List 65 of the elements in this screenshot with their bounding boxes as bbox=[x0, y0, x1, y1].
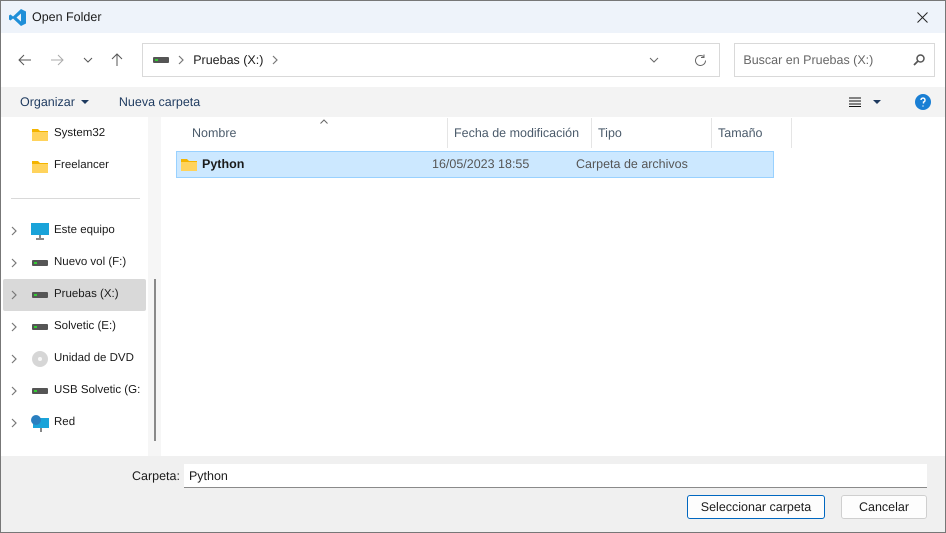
sidebar-item[interactable]: Pruebas (X:) bbox=[3, 279, 146, 311]
disc-icon bbox=[32, 351, 48, 367]
back-arrow-icon bbox=[18, 54, 32, 66]
sidebar-item[interactable]: Red bbox=[3, 407, 146, 439]
drive-icon bbox=[153, 57, 170, 63]
column-header[interactable]: Tamaño bbox=[712, 118, 792, 148]
select-folder-button[interactable]: Seleccionar carpeta bbox=[687, 495, 825, 519]
sidebar-item[interactable]: Solvetic (E:) bbox=[3, 311, 146, 343]
column-header[interactable]: Tipo bbox=[592, 118, 712, 148]
drive-icon bbox=[32, 292, 48, 298]
sidebar-item[interactable]: Freelancer bbox=[3, 150, 146, 182]
breadcrumb-item[interactable]: Pruebas (X:) bbox=[193, 50, 264, 70]
forward-arrow-icon bbox=[50, 54, 64, 66]
sidebar-label: Nuevo vol (F:) bbox=[54, 255, 126, 270]
drive-icon bbox=[32, 260, 48, 266]
chevron-down-icon[interactable] bbox=[649, 57, 660, 63]
network-icon bbox=[30, 414, 48, 432]
sidebar-item[interactable]: Nuevo vol (F:) bbox=[3, 247, 146, 279]
search-icon bbox=[913, 54, 925, 66]
sidebar-label: System32 bbox=[54, 126, 106, 142]
chevron-down-icon bbox=[82, 57, 92, 63]
cancel-button[interactable]: Cancelar bbox=[841, 495, 927, 519]
file-name: Python bbox=[202, 156, 244, 174]
folder-icon bbox=[30, 126, 48, 142]
sidebar-label: Red bbox=[54, 415, 76, 430]
breadcrumb-chevron-icon bbox=[272, 55, 278, 65]
folder-label: Carpeta: bbox=[132, 468, 180, 485]
column-header[interactable]: Nombre bbox=[176, 118, 448, 148]
scrollbar-thumb[interactable] bbox=[154, 279, 156, 441]
sidebar-label: USB Solvetic (G: bbox=[54, 383, 140, 398]
sidebar-item[interactable]: Este equipo bbox=[3, 215, 146, 247]
column-header[interactable]: Fecha de modificación bbox=[448, 118, 592, 148]
sidebar-label: Unidad de DVD bbox=[54, 351, 134, 366]
app-logo-icon bbox=[9, 8, 26, 26]
dropdown-arrow-icon bbox=[873, 100, 881, 104]
dropdown-arrow-icon bbox=[80, 100, 89, 104]
up-arrow-icon bbox=[111, 53, 124, 67]
organize-menu-button[interactable]: Organizar bbox=[20, 92, 89, 112]
file-type: Carpeta de archivos bbox=[576, 156, 689, 174]
view-options-button[interactable] bbox=[849, 97, 881, 107]
breadcrumb-chevron-icon bbox=[178, 55, 184, 65]
folder-name-field[interactable]: Python bbox=[184, 464, 927, 488]
folder-icon bbox=[180, 157, 198, 172]
refresh-icon[interactable] bbox=[694, 54, 708, 66]
modified-date: 16/05/2023 18:55 bbox=[432, 156, 530, 174]
search-field[interactable]: Buscar en Pruebas (X:) bbox=[734, 43, 935, 77]
sidebar-label: Pruebas (X:) bbox=[54, 287, 119, 302]
address-bar[interactable]: Pruebas (X:) bbox=[142, 43, 720, 77]
sidebar-label: Este equipo bbox=[54, 223, 115, 238]
window-title: Open Folder bbox=[32, 8, 102, 26]
sidebar-label: Freelancer bbox=[54, 158, 109, 174]
drive-icon bbox=[32, 324, 48, 330]
folder-icon bbox=[30, 158, 48, 174]
help-icon[interactable] bbox=[915, 94, 931, 110]
sort-up-icon bbox=[320, 119, 328, 124]
new-folder-button[interactable]: Nueva carpeta bbox=[118, 92, 200, 112]
close-icon bbox=[916, 12, 928, 22]
sidebar-item[interactable]: System32 bbox=[3, 118, 146, 150]
monitor-icon bbox=[30, 222, 48, 240]
file-row[interactable]: Python 16/05/2023 18:55 Carpeta de archivos bbox=[176, 151, 774, 178]
drive-icon bbox=[32, 388, 48, 394]
sidebar-item[interactable]: Unidad de DVD bbox=[3, 343, 146, 375]
sidebar-label: Solvetic (E:) bbox=[54, 319, 116, 334]
list-view-icon bbox=[849, 97, 861, 107]
sidebar-item[interactable]: USB Solvetic (G: bbox=[3, 375, 146, 407]
